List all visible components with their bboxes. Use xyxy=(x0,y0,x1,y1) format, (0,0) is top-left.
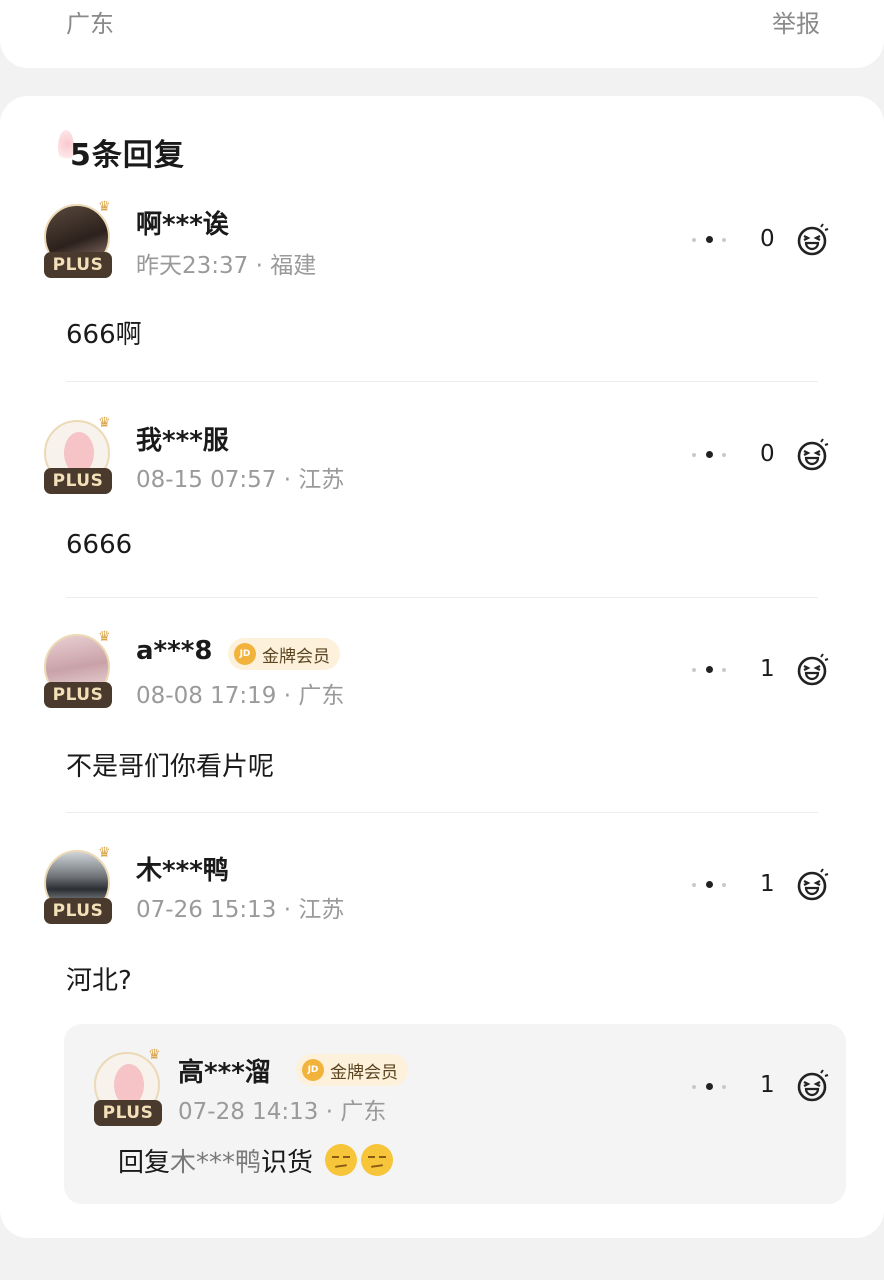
like-count: 1 xyxy=(760,1072,775,1098)
divider xyxy=(66,812,818,813)
like-count: 1 xyxy=(760,656,775,682)
gold-member-badge: JD 金牌会员 xyxy=(296,1054,408,1086)
reply-content: 识货 xyxy=(261,1148,314,1178)
like-count: 0 xyxy=(760,226,775,252)
gold-member-badge: JD 金牌会员 xyxy=(228,638,340,670)
comment-time-location: 07-28 14:13 · 广东 xyxy=(178,1099,387,1125)
region-label: 广东 xyxy=(66,10,114,38)
report-button[interactable]: 举报 xyxy=(772,4,820,39)
username[interactable]: 我***服 xyxy=(136,420,229,457)
comment-text: 6666 xyxy=(66,530,133,560)
replies-header: 5条回复 xyxy=(58,130,184,174)
laugh-emoji-icon[interactable] xyxy=(794,437,830,473)
plus-badge: PLUS xyxy=(44,898,112,924)
comment-text: 不是哥们你看片呢 xyxy=(66,752,275,782)
previous-comment-card: 广东 举报 xyxy=(0,0,884,68)
like-count: 1 xyxy=(760,871,775,897)
like-count: 0 xyxy=(760,441,775,467)
jd-coin-icon: JD xyxy=(234,643,256,665)
crown-icon: ♛ xyxy=(98,845,111,861)
badge-label: 金牌会员 xyxy=(330,1062,398,1083)
comment-time-location: 07-26 15:13 · 江苏 xyxy=(136,897,345,923)
avatar[interactable]: ♛ PLUS xyxy=(44,630,114,708)
crown-icon: ♛ xyxy=(148,1047,161,1063)
avatar[interactable]: ♛ PLUS xyxy=(94,1048,164,1126)
plus-badge: PLUS xyxy=(44,468,112,494)
laugh-emoji-icon[interactable] xyxy=(794,1068,830,1104)
laugh-emoji-icon[interactable] xyxy=(794,867,830,903)
avatar[interactable]: ♛ PLUS xyxy=(44,416,114,494)
divider xyxy=(66,597,818,598)
crown-icon: ♛ xyxy=(98,629,111,645)
reply-text: 回复木***鸭识货 xyxy=(118,1142,394,1179)
more-dots-icon[interactable] xyxy=(692,666,728,676)
comment-time-location: 昨天23:37 · 福建 xyxy=(136,253,317,279)
avatar[interactable]: ♛ PLUS xyxy=(44,200,114,278)
username[interactable]: 高***溜 xyxy=(178,1052,271,1089)
comment-text: 666啊 xyxy=(66,320,142,350)
laugh-emoji-icon[interactable] xyxy=(794,222,830,258)
comment-time-location: 08-15 07:57 · 江苏 xyxy=(136,467,345,493)
username[interactable]: 木***鸭 xyxy=(136,850,229,887)
badge-label: 金牌会员 xyxy=(262,646,330,667)
more-dots-icon[interactable] xyxy=(692,236,728,246)
crown-icon: ♛ xyxy=(98,199,111,215)
jd-coin-icon: JD xyxy=(302,1059,324,1081)
username[interactable]: a***8 xyxy=(136,636,212,666)
username[interactable]: 啊***诶 xyxy=(136,204,229,241)
replies-count-title: 5条回复 xyxy=(70,138,185,173)
plus-badge: PLUS xyxy=(44,252,112,278)
comment-text: 河北? xyxy=(66,966,132,996)
smirk-emoji-icon xyxy=(325,1144,358,1176)
plus-badge: PLUS xyxy=(94,1100,162,1126)
crown-icon: ♛ xyxy=(98,415,111,431)
smirk-emoji-icon xyxy=(361,1144,394,1176)
laugh-emoji-icon[interactable] xyxy=(794,652,830,688)
comment-time-location: 08-08 17:19 · 广东 xyxy=(136,683,345,709)
plus-badge: PLUS xyxy=(44,682,112,708)
divider xyxy=(66,381,818,382)
mention-link[interactable]: 木***鸭 xyxy=(170,1148,261,1178)
more-dots-icon[interactable] xyxy=(692,1083,728,1093)
more-dots-icon[interactable] xyxy=(692,881,728,891)
reply-prefix: 回复 xyxy=(118,1148,171,1178)
more-dots-icon[interactable] xyxy=(692,451,728,461)
avatar[interactable]: ♛ PLUS xyxy=(44,846,114,924)
